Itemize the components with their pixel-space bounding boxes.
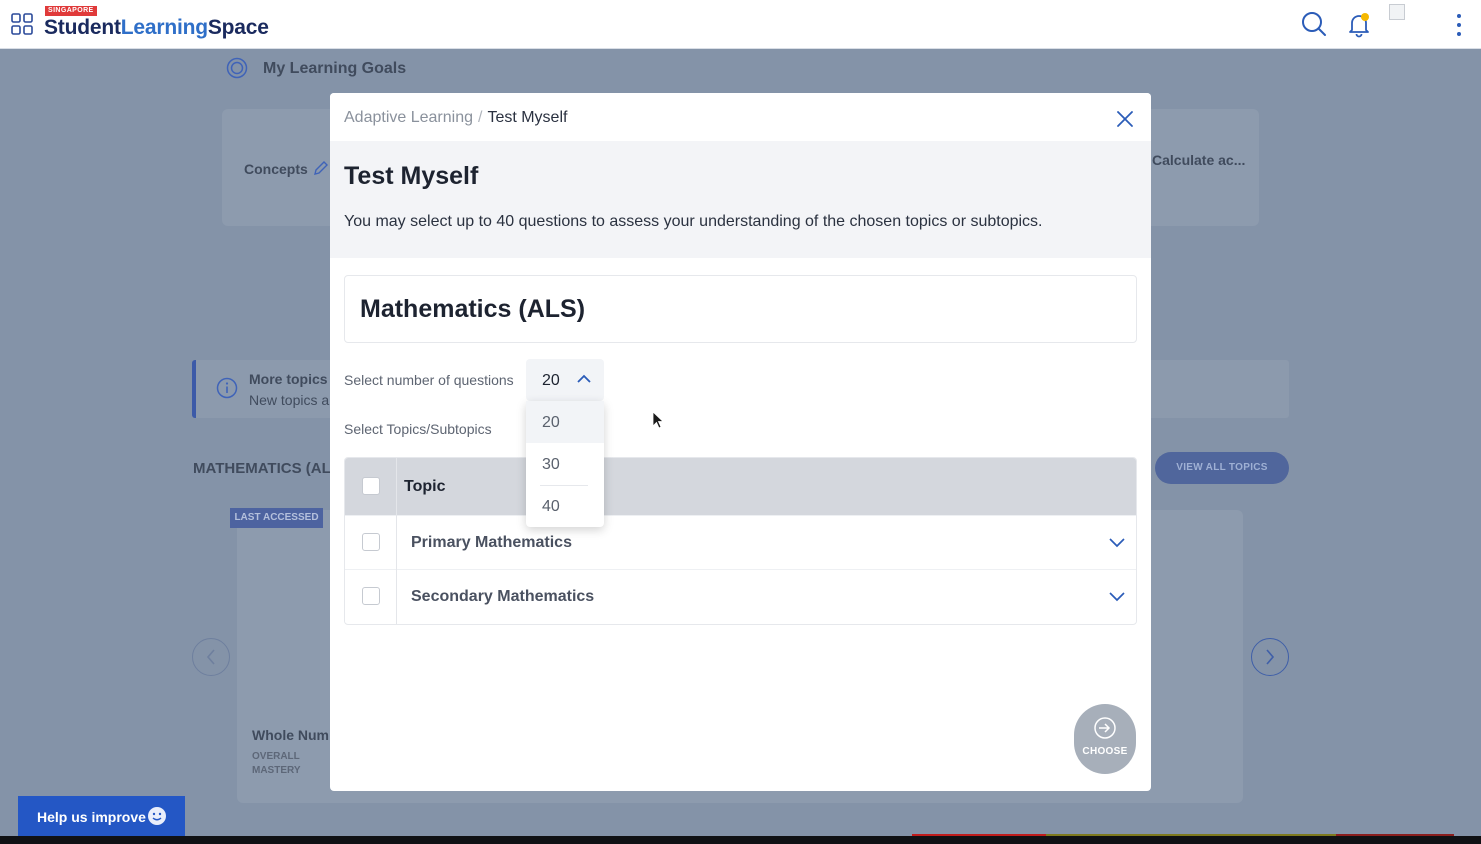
modal-description: You may select up to 40 questions to ass…	[344, 213, 1043, 230]
chevron-down-icon[interactable]	[1109, 591, 1125, 602]
search-icon[interactable]	[1301, 11, 1327, 37]
breadcrumb-separator: /	[477, 109, 483, 126]
brand-tag: SINGAPORE	[45, 6, 97, 16]
section-title: MATHEMATICS (AL	[193, 460, 331, 477]
topic-checkbox[interactable]	[362, 587, 380, 605]
num-questions-dropdown: 20 30 40	[526, 401, 604, 527]
chevron-down-icon[interactable]	[1109, 537, 1125, 548]
calculate-label: Calculate ac...	[1152, 152, 1246, 168]
topic-checkbox[interactable]	[362, 533, 380, 551]
carousel-next-button[interactable]	[1251, 638, 1289, 676]
concepts-label: Concepts	[244, 161, 308, 177]
help-us-improve-button[interactable]: Help us improve	[18, 796, 185, 836]
mouse-cursor-icon	[652, 411, 664, 429]
avatar[interactable]	[1389, 4, 1405, 20]
brand-name: StudentLearningSpace	[44, 16, 269, 39]
topic-column-header: Topic	[404, 478, 446, 495]
dropdown-option[interactable]: 20	[526, 401, 604, 443]
info-icon	[216, 377, 238, 399]
choose-label: CHOOSE	[1082, 746, 1128, 757]
subject-title: Mathematics (ALS)	[360, 295, 586, 323]
breadcrumb-adaptive-learning[interactable]: Adaptive Learning	[344, 109, 473, 126]
view-all-topics-button[interactable]: VIEW ALL TOPICS	[1155, 452, 1289, 484]
top-header: SINGAPORE StudentLearningSpace	[0, 0, 1481, 49]
chevron-up-icon	[577, 374, 591, 383]
topic-label[interactable]: Primary Mathematics	[411, 534, 572, 552]
goals-icon	[226, 57, 248, 79]
test-myself-modal: Adaptive Learning / Test Myself Test Mysel…	[330, 93, 1151, 791]
num-questions-select[interactable]: 20	[526, 359, 604, 401]
last-accessed-badge: LAST ACCESSED	[230, 508, 323, 528]
page-title: Test Myself	[344, 162, 479, 190]
num-questions-label: Select number of questions	[344, 372, 514, 388]
smiley-icon	[148, 807, 166, 825]
modal-intro: Test Myself You may select up to 40 ques…	[330, 141, 1151, 258]
goals-title: My Learning Goals	[263, 60, 407, 77]
topics-label: Select Topics/Subtopics	[344, 421, 492, 437]
table-row[interactable]: Secondary Mathematics	[345, 569, 1136, 623]
help-label: Help us improve	[37, 809, 146, 825]
chevron-right-icon	[1266, 649, 1275, 665]
edit-pencil-icon[interactable]	[313, 160, 329, 176]
info-text: New topics a	[249, 392, 330, 408]
modal-header-bar: Adaptive Learning / Test Myself	[330, 93, 1151, 141]
subject-card: Mathematics (ALS)	[344, 275, 1137, 343]
more-options-icon[interactable]	[1454, 13, 1464, 37]
apps-grid-icon[interactable]	[11, 13, 33, 35]
enter-arrow-icon	[1094, 717, 1116, 739]
num-questions-value: 20	[542, 372, 560, 389]
breadcrumb-current: Test Myself	[487, 109, 568, 126]
close-icon[interactable]	[1113, 107, 1137, 131]
table-row[interactable]: Primary Mathematics	[345, 515, 1136, 569]
choose-button[interactable]: CHOOSE	[1074, 704, 1136, 774]
table-header: Topic	[345, 458, 1136, 515]
bottom-edge	[0, 836, 1481, 844]
column-divider	[396, 458, 397, 624]
info-title: More topics	[249, 371, 328, 387]
notification-bell-icon[interactable]	[1347, 11, 1371, 38]
carousel-prev-button[interactable]	[192, 638, 230, 676]
chevron-left-icon	[206, 649, 215, 665]
breadcrumb: Adaptive Learning / Test Myself	[344, 109, 567, 127]
card-subtitle-1: OVERALL	[252, 751, 300, 762]
select-all-checkbox[interactable]	[362, 477, 380, 495]
card-title: Whole Num	[252, 727, 329, 743]
card-subtitle-2: MASTERY	[252, 765, 301, 776]
topics-table: Topic Primary Mathematics Secondary Math…	[344, 457, 1137, 625]
dropdown-option[interactable]: 40	[526, 485, 604, 527]
dropdown-option[interactable]: 30	[526, 443, 604, 485]
topic-label[interactable]: Secondary Mathematics	[411, 588, 594, 606]
